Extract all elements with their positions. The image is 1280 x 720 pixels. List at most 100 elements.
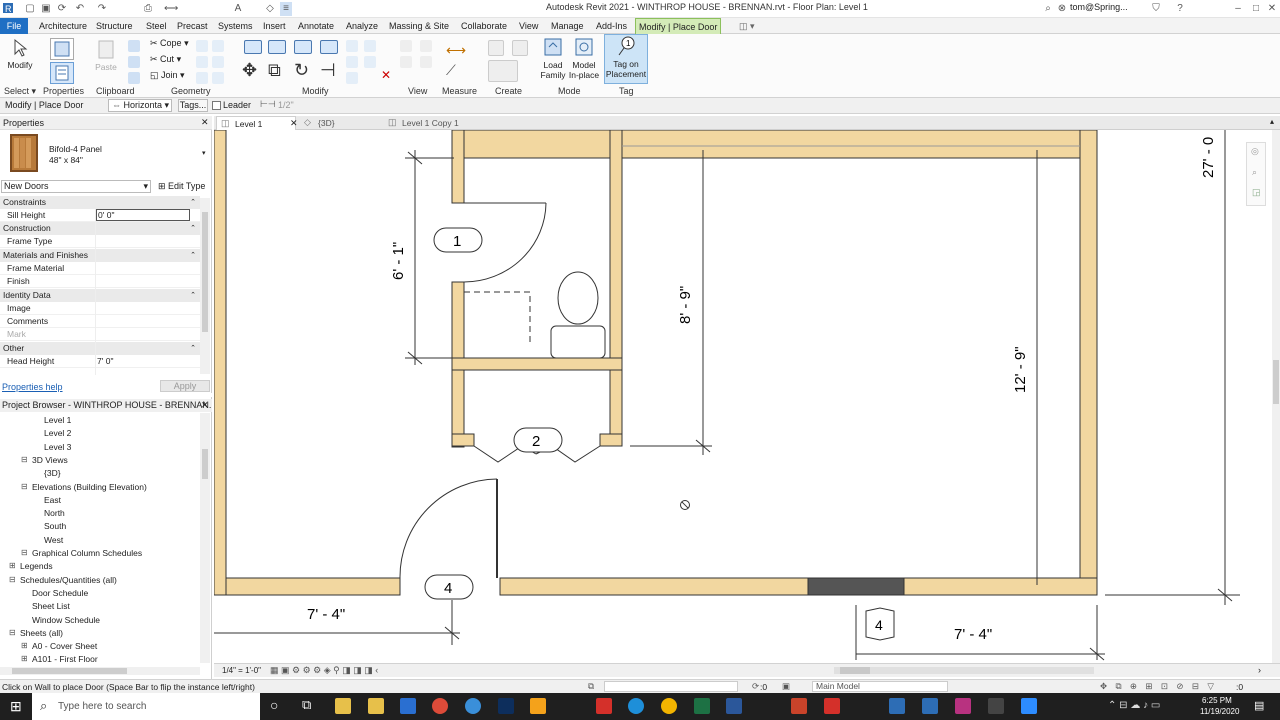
expand-toggle-icon[interactable]: ⊟ — [21, 548, 28, 557]
join-button[interactable]: ◱ Join ▾ — [150, 70, 185, 81]
array-icon[interactable] — [346, 56, 358, 68]
tab-annotate[interactable]: Annotate — [295, 18, 337, 34]
trim-icon[interactable]: ⊣ — [320, 60, 336, 81]
tags-button[interactable]: Tags... — [178, 99, 208, 112]
view-tab-level-1[interactable]: ◫ Level 1 ✕ — [216, 116, 298, 130]
tab-analyze[interactable]: Analyze — [343, 18, 381, 34]
browser-item[interactable]: Sheet List — [32, 601, 70, 611]
browser-hscrollbar[interactable] — [0, 667, 200, 675]
tab-file[interactable]: File — [0, 18, 28, 34]
tag-on-placement-button[interactable]: 1 Tag on Placement — [604, 34, 648, 84]
design-options-icon[interactable]: ▣ — [782, 681, 790, 692]
paste-button[interactable]: Paste — [94, 38, 118, 72]
task-view-icon[interactable]: ⧉ — [302, 697, 311, 713]
wall-join-icon[interactable] — [196, 56, 208, 68]
collapse-icon[interactable]: ⌃ — [190, 249, 196, 262]
edge-old-icon[interactable] — [465, 698, 481, 714]
create-parts-icon[interactable] — [512, 40, 528, 56]
autocad-icon[interactable] — [824, 698, 840, 714]
browser-item[interactable]: Level 2 — [44, 428, 71, 438]
close-button[interactable]: ✕ — [1266, 2, 1278, 16]
browser-close-icon[interactable]: ✕ — [201, 400, 209, 411]
property-row[interactable]: Image — [0, 302, 200, 315]
tab-add-ins[interactable]: Add-Ins — [593, 18, 630, 34]
delete-icon[interactable]: ✕ — [381, 68, 391, 82]
unpin-icon[interactable] — [364, 56, 376, 68]
text-icon[interactable]: A — [232, 2, 244, 16]
editable-only-icon[interactable]: ⟳ — [752, 681, 759, 692]
property-value[interactable]: 7' 0" — [97, 355, 113, 368]
revit-app-icon[interactable]: R — [2, 2, 14, 16]
measure-icon[interactable]: ⟷ — [164, 2, 178, 16]
property-row[interactable]: Head Height 7' 0" — [0, 355, 200, 368]
view-tab-3d[interactable]: ◇ {3D} — [300, 116, 380, 130]
match-type-icon[interactable] — [128, 72, 140, 84]
edge-icon[interactable] — [628, 698, 644, 714]
expand-toggle-icon[interactable]: ⊟ — [9, 575, 16, 584]
tab-massing-site[interactable]: Massing & Site — [386, 18, 452, 34]
detail-level-icon[interactable]: ▦ ▣ ⚙ ⚙ ⚙ ◈ ⚲ ◨ ◨ ◨ ‹ — [270, 665, 378, 676]
mirror-axis-icon[interactable] — [294, 40, 312, 54]
tab-insert[interactable]: Insert — [260, 18, 289, 34]
help-icon[interactable]: ? — [1174, 2, 1186, 16]
orientation-select[interactable]: ⇔ Horizonta ▾ — [108, 99, 172, 112]
canvas-vscrollbar[interactable] — [1272, 130, 1280, 663]
drawing-canvas[interactable]: 6' - 1" 8' - 9" 12' - 9" 27' - 0 7' - 4"… — [214, 130, 1272, 663]
zoom-icon[interactable]: ⌕ — [1252, 167, 1257, 178]
browser-item[interactable]: South — [44, 521, 66, 531]
hscroll-right-icon[interactable]: › — [1258, 665, 1261, 675]
word-icon[interactable] — [726, 698, 742, 714]
windows-start-icon[interactable]: ⊞ — [10, 698, 22, 715]
mirror-draw-icon[interactable] — [320, 40, 338, 54]
edit-type-button[interactable]: ⊞ Edit Type — [158, 181, 205, 192]
offset-icon[interactable] — [268, 40, 286, 54]
properties-help-link[interactable]: Properties help — [2, 382, 63, 392]
view-scale[interactable]: 1/4" = 1'-0" — [222, 666, 261, 675]
workset-select[interactable] — [604, 681, 738, 692]
revit-icon[interactable] — [889, 698, 905, 714]
open-icon[interactable]: ▢ — [24, 2, 36, 16]
collapse-icon[interactable]: ⌃ — [190, 342, 196, 355]
pin-icon[interactable] — [364, 40, 376, 52]
leader-checkbox[interactable] — [212, 101, 221, 110]
modify-button[interactable]: Modify — [4, 38, 36, 70]
file-explorer-icon[interactable] — [335, 698, 351, 714]
canvas-vscroll-thumb[interactable] — [1273, 360, 1279, 404]
scale-icon[interactable] — [346, 72, 358, 84]
expand-toggle-icon[interactable]: ⊟ — [9, 628, 16, 637]
property-section-header[interactable]: Construction ⌃ — [0, 222, 200, 236]
tab-architecture[interactable]: Architecture — [36, 18, 90, 34]
model-inplace-button[interactable]: Model In-place — [568, 36, 600, 80]
browser-item[interactable]: ⊟ Schedules/Quantities (all) — [9, 575, 117, 585]
powerpoint-icon[interactable] — [791, 698, 807, 714]
browser-item[interactable]: ⊞ A0 - Cover Sheet — [21, 641, 97, 651]
expand-toggle-icon[interactable]: ⊞ — [9, 561, 16, 570]
property-row[interactable]: Comments — [0, 315, 200, 328]
browser-item[interactable]: ⊟ Elevations (Building Elevation) — [21, 482, 147, 492]
save-icon[interactable]: ▣ — [40, 2, 52, 16]
mail-icon[interactable] — [400, 698, 416, 714]
browser-item[interactable]: ⊞ A101 - First Floor — [21, 654, 98, 664]
tab-precast[interactable]: Precast — [174, 18, 211, 34]
property-section-header[interactable]: Constraints ⌃ — [0, 196, 200, 209]
property-row[interactable]: Sill Height 0' 0" — [0, 209, 200, 222]
minimize-button[interactable]: – — [1232, 2, 1244, 16]
align-icon[interactable] — [244, 40, 262, 54]
worksets-icon[interactable]: ⧉ — [588, 681, 594, 692]
binoculars-icon[interactable]: ⊗ — [1056, 2, 1068, 16]
canvas-hscroll-thumb[interactable] — [840, 667, 870, 674]
measure-distance-icon[interactable]: ⟷ — [446, 42, 466, 59]
sync-icon[interactable]: ⟳ — [56, 2, 68, 16]
browser-item[interactable]: Window Schedule — [32, 615, 100, 625]
cut-geometry-icon[interactable] — [196, 40, 208, 52]
illustrator-icon[interactable] — [530, 698, 546, 714]
copy-icon[interactable]: ⧉ — [268, 60, 281, 81]
zoom-meeting-icon[interactable] — [1021, 698, 1037, 714]
tab-collaborate[interactable]: Collaborate — [458, 18, 510, 34]
linework-icon[interactable] — [400, 56, 412, 68]
collapse-icon[interactable]: ⌃ — [190, 289, 196, 302]
cart-icon[interactable]: ⛉ — [1150, 2, 1162, 16]
browser-item[interactable]: ⊟ Sheets (all) — [9, 628, 63, 638]
media-icon[interactable] — [955, 698, 971, 714]
view-tabs-overflow-icon[interactable]: ▴ — [1270, 117, 1274, 126]
